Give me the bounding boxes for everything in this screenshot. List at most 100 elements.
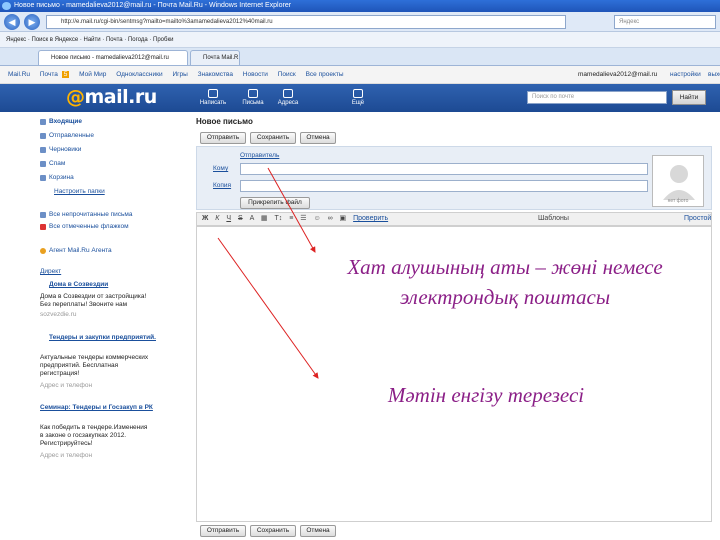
send-button-bottom[interactable]: Отправить [200, 525, 246, 537]
to-input[interactable] [240, 163, 648, 175]
contacts-icon [283, 89, 293, 98]
ie-icon [2, 2, 11, 10]
to-label: Кому [213, 165, 229, 172]
drafts-icon [40, 147, 46, 153]
image-icon[interactable]: ▣ [340, 215, 347, 222]
agent-icon [40, 248, 46, 254]
mailru-logo[interactable]: @mail.ru [66, 86, 157, 108]
ad1-url[interactable]: sozvezdie.ru [40, 311, 77, 318]
browser-tab-mail[interactable]: Почта Mail.R... [190, 50, 240, 65]
trash-icon [40, 175, 46, 181]
ad2-text-line: регистрация! [40, 370, 80, 377]
window-title: Новое письмо - mamedalieva2012@mail.ru -… [14, 2, 292, 9]
logo-text: mail.ru [84, 86, 158, 108]
addresses-label: Адреса [277, 100, 299, 106]
mail-search-input[interactable]: Поиск по почте [527, 91, 667, 104]
write-label: Написать [199, 100, 227, 106]
write-button[interactable]: Написать [197, 86, 229, 110]
portal-nav: Mail.Ru Почта 5 Мой Мир Одноклассники Иг… [0, 66, 720, 84]
translate-link[interactable]: Проверить [353, 215, 388, 222]
smiley-icon[interactable]: ☺ [313, 215, 320, 222]
folder-sent[interactable]: Отправленные [40, 131, 94, 141]
ad2-text-line: предприятий. Бесплатная [40, 362, 119, 369]
save-button[interactable]: Сохранить [250, 132, 296, 144]
find-button[interactable]: Найти [672, 90, 706, 105]
browser-search-input[interactable]: Яндекс [614, 15, 716, 29]
back-icon[interactable]: ◀ [4, 14, 20, 30]
all-flagged-link[interactable]: Все отмеченные флажком [40, 222, 129, 232]
folder-drafts[interactable]: Черновики [40, 145, 81, 155]
portal-link-all[interactable]: Все проекты [306, 71, 344, 78]
folder-trash[interactable]: Корзина [40, 173, 74, 183]
agent-link[interactable]: Агент Mail.Ru Агента [40, 246, 112, 256]
more-icon [353, 89, 363, 98]
cc-input[interactable] [240, 180, 648, 192]
list-icon[interactable]: ☰ [300, 215, 306, 222]
url-input[interactable]: http://e.mail.ru/cgi-bin/sentmsg?mailto=… [46, 15, 566, 29]
send-button[interactable]: Отправить [200, 132, 246, 144]
all-unread-label: Все непрочитанные письма [49, 211, 133, 218]
italic-icon[interactable]: К [215, 215, 219, 222]
cancel-button[interactable]: Отмена [300, 132, 336, 144]
strike-icon[interactable]: S [238, 215, 243, 222]
forward-icon[interactable]: ▶ [24, 14, 40, 30]
annotation-recipient: Хат алушының аты – жөні немесе электронд… [347, 255, 663, 309]
save-button-bottom[interactable]: Сохранить [250, 525, 296, 537]
from-link[interactable]: Отправитель [240, 152, 279, 159]
sent-icon [40, 133, 46, 139]
addresses-button[interactable]: Адреса [272, 86, 304, 110]
yandex-toolbar-text[interactable]: Яндекс · Поиск в Яндексе · Найти · Почта… [6, 37, 173, 43]
font-color-icon[interactable]: A [250, 215, 254, 222]
ad1-text-line: Дома в Созвездии от застройщика! [40, 293, 147, 300]
portal-link-mail[interactable]: Почта [40, 71, 58, 78]
cc-label: Копия [213, 182, 232, 189]
bg-color-icon[interactable]: ▦ [261, 215, 268, 222]
portal-link-ok[interactable]: Одноклассники [116, 71, 162, 78]
logo-at: @ [66, 86, 85, 108]
templates-label[interactable]: Шаблоны [538, 213, 569, 225]
letters-button[interactable]: Письма [237, 86, 269, 110]
ad2-title[interactable]: Тендеры и закупки предприятий. [49, 334, 156, 341]
folder-spam[interactable]: Спам [40, 159, 65, 169]
format-toolbar: Ж К Ч S A ▦ T↕ ≡ ☰ ☺ ∞ ▣ Проверить Шабло… [196, 212, 712, 226]
portal-link-search[interactable]: Поиск [278, 71, 296, 78]
portal-link-news[interactable]: Новости [243, 71, 268, 78]
compose-title: Новое письмо [196, 117, 253, 126]
underline-icon[interactable]: Ч [226, 215, 231, 222]
font-size-icon[interactable]: T↕ [274, 215, 282, 222]
window-title-bar: Новое письмо - mamedalieva2012@mail.ru -… [0, 0, 720, 12]
letters-label: Письма [242, 100, 264, 106]
ad3-url[interactable]: Адрес и телефон [40, 452, 92, 459]
ad3-text-line: Как победить в тендере.Изменения [40, 424, 148, 431]
exit-link[interactable]: выход [708, 66, 720, 83]
align-icon[interactable]: ≡ [289, 215, 293, 222]
ads-title[interactable]: Директ [40, 268, 61, 275]
link-icon[interactable]: ∞ [328, 215, 333, 222]
cancel-button-bottom[interactable]: Отмена [300, 525, 336, 537]
folder-settings-link[interactable]: Настроить папки [54, 188, 105, 195]
avatar-caption: нет фото [667, 198, 689, 204]
settings-link[interactable]: настройки [670, 66, 701, 83]
sidebar: Входящие Отправленные Черновики Спам Кор… [40, 114, 176, 540]
browser-tab-active[interactable]: Новое письмо - mamedalieva2012@mail.ru [38, 50, 188, 65]
more-label: Ещё [351, 100, 365, 106]
folder-drafts-label: Черновики [49, 146, 82, 153]
portal-link-dating[interactable]: Знакомства [198, 71, 233, 78]
pencil-icon [208, 89, 218, 98]
ad3-title[interactable]: Семинар: Тендеры и Госзакуп в РК [40, 404, 153, 411]
attach-file-button[interactable]: Прикрепить файл [240, 197, 310, 209]
ad1-title[interactable]: Дома в Созвездии [49, 281, 108, 288]
flag-icon [40, 224, 46, 230]
portal-link-games[interactable]: Игры [172, 71, 187, 78]
agent-label: Агент Mail.Ru Агента [49, 247, 112, 254]
spam-icon [40, 161, 46, 167]
folder-inbox[interactable]: Входящие [40, 117, 82, 127]
all-unread-link[interactable]: Все непрочитанные письма [40, 210, 133, 220]
more-button[interactable]: Ещё [342, 86, 374, 110]
ad2-url[interactable]: Адрес и телефон [40, 382, 92, 389]
portal-link-mailru[interactable]: Mail.Ru [8, 71, 30, 78]
simple-mode-link[interactable]: Простой [684, 213, 711, 225]
portal-link-myworld[interactable]: Мой Мир [79, 71, 106, 78]
bold-icon[interactable]: Ж [202, 215, 208, 222]
ad3-text-line: Регистрируйтесь! [40, 440, 93, 447]
